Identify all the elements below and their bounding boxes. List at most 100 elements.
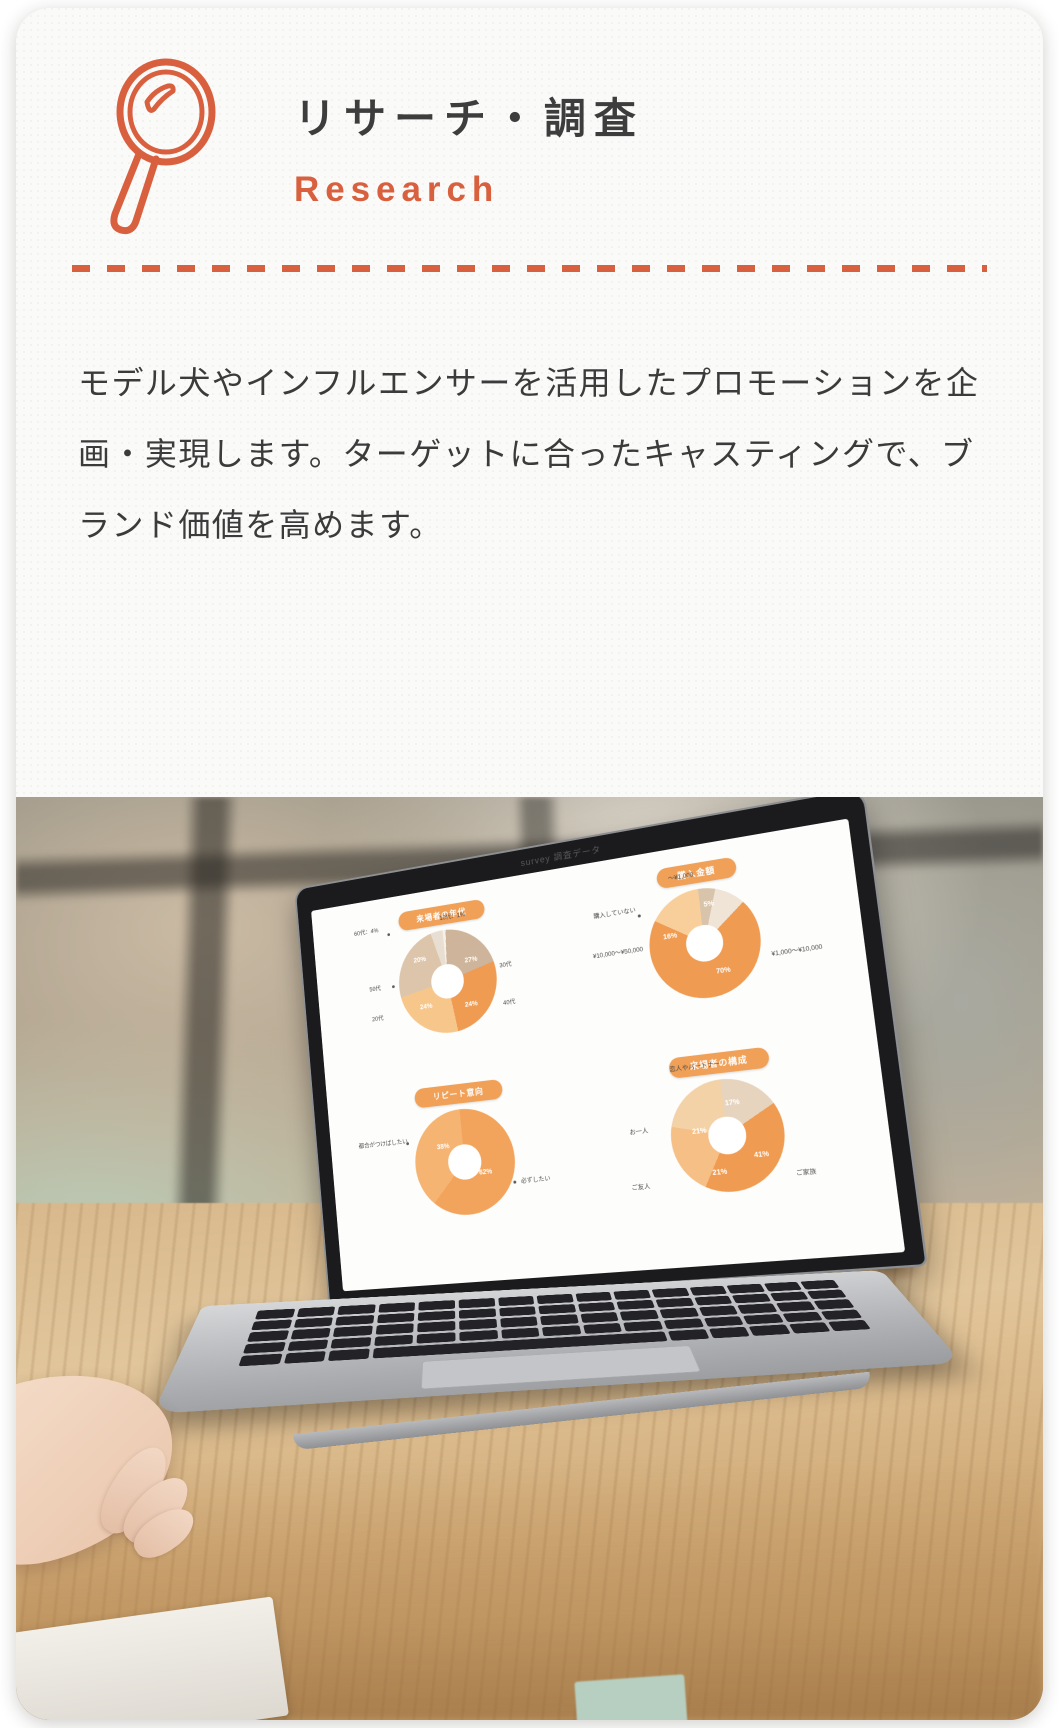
- slice-pct: 38%: [436, 1142, 450, 1152]
- outer-label: ご友人: [631, 1183, 651, 1193]
- donut-chart: 17% 21% 21% 41% 恋人やパートナー お一人 ご友人 ご家族: [629, 1061, 817, 1197]
- key: [497, 1295, 535, 1307]
- dashed-divider: [72, 265, 987, 272]
- chart-visitor-composition: 来場者の構成 17% 21% 21% 41% 恋人やパートナー お一人 ご友人: [585, 1036, 884, 1255]
- key: [693, 1295, 733, 1306]
- laptop-screen: 来場者の年代 20% 27% 24% 24% 60代：4% 10代：1% 50代: [311, 818, 906, 1292]
- key: [458, 1308, 496, 1319]
- key: [737, 1303, 778, 1314]
- key: [335, 1314, 375, 1326]
- key: [418, 1300, 456, 1311]
- slice-pct: 41%: [753, 1150, 770, 1160]
- key: [580, 1312, 619, 1323]
- key: [254, 1308, 295, 1320]
- key: [788, 1322, 831, 1334]
- key: [376, 1312, 415, 1324]
- slice-pct: 62%: [478, 1168, 493, 1177]
- key: [577, 1301, 616, 1313]
- outer-label: 30代: [499, 961, 512, 970]
- donut-ring: [410, 1103, 521, 1219]
- key: [620, 1309, 660, 1321]
- outer-label: 必ずしたい: [520, 1174, 551, 1185]
- donut-chart: 5% 70% 16% 〜¥1,000 購入していない ¥10,000〜¥50,0…: [593, 872, 823, 1005]
- outer-label: ご家族: [795, 1168, 817, 1178]
- key: [378, 1302, 416, 1313]
- key: [698, 1305, 739, 1317]
- key: [613, 1289, 651, 1300]
- key: [616, 1299, 655, 1310]
- outer-label: ¥1,000〜¥10,000: [771, 943, 823, 959]
- card-header: リサーチ・調査 Research: [16, 8, 1043, 280]
- key: [418, 1310, 456, 1322]
- green-note: [574, 1674, 688, 1720]
- key: [651, 1287, 690, 1298]
- key: [374, 1334, 414, 1347]
- key: [800, 1279, 840, 1290]
- key: [500, 1327, 540, 1339]
- key: [296, 1306, 336, 1318]
- leader-dot: [391, 984, 395, 988]
- donut-ring: [643, 879, 768, 1005]
- donut-ring: [665, 1072, 792, 1197]
- chart-visitor-age: 来場者の年代 20% 27% 24% 24% 60代：4% 10代：1% 50代: [326, 885, 581, 1094]
- outer-label: 50代: [369, 984, 382, 994]
- leader-dot: [637, 914, 641, 918]
- key: [283, 1351, 326, 1364]
- key: [782, 1311, 824, 1323]
- description-paragraph: モデル犬やインフルエンサーを活用したプロモーションを企画・実現します。ターゲット…: [78, 365, 980, 544]
- key: [538, 1303, 577, 1315]
- outer-label: 20代: [371, 1015, 384, 1024]
- title-block: リサーチ・調査 Research: [294, 52, 644, 207]
- donut-ring: [394, 922, 502, 1039]
- laptop-lid: survey 調査データ 来場者の年代 20% 27% 24% 24% 60代：…: [294, 797, 928, 1306]
- key: [459, 1318, 497, 1330]
- key: [459, 1329, 498, 1342]
- outer-label: 都合がつけばしたい: [358, 1138, 409, 1151]
- hand: [16, 1324, 286, 1624]
- laptop: survey 調査データ 来場者の年代 20% 27% 24% 24% 60代：…: [152, 797, 963, 1455]
- page-title-ja: リサーチ・調査: [294, 95, 644, 142]
- key: [775, 1301, 817, 1312]
- slice-pct: 21%: [691, 1126, 707, 1136]
- key: [575, 1291, 613, 1302]
- key: [417, 1321, 456, 1333]
- key: [689, 1285, 728, 1296]
- research-service-card: リサーチ・調査 Research モデル犬やインフルエンサーを活用したプロモーシ…: [16, 8, 1043, 1720]
- survey-slide: 来場者の年代 20% 27% 24% 24% 60代：4% 10代：1% 50代: [311, 819, 905, 1292]
- key: [828, 1320, 871, 1332]
- key: [330, 1336, 372, 1349]
- leader-dot: [513, 1180, 517, 1184]
- key: [731, 1293, 771, 1304]
- key: [286, 1339, 329, 1352]
- key: [659, 1307, 699, 1319]
- laptop-photo: survey 調査データ 来場者の年代 20% 27% 24% 24% 60代：…: [16, 797, 1043, 1720]
- leader-dot: [406, 1142, 410, 1146]
- key: [821, 1309, 863, 1321]
- key: [540, 1314, 579, 1326]
- key: [582, 1322, 623, 1335]
- key: [769, 1291, 809, 1302]
- key: [542, 1325, 582, 1337]
- chart-repeat-intent: リピート意向 38% 62% 都合がつけばしたい 必ずしたい: [341, 1069, 601, 1273]
- key: [655, 1297, 694, 1308]
- key: [375, 1323, 415, 1335]
- chart-purchase-amount: 購入金額 5% 70% 16% 〜¥1,000 購入していない ¥10,000〜…: [565, 840, 858, 1065]
- donut-chart: 20% 27% 24% 24% 60代：4% 10代：1% 50代 20代 30…: [354, 911, 516, 1039]
- leader-dot: [387, 933, 391, 937]
- key: [328, 1348, 370, 1362]
- key: [807, 1289, 847, 1300]
- key: [663, 1318, 704, 1330]
- key: [416, 1332, 456, 1344]
- key: [498, 1306, 537, 1317]
- key: [337, 1304, 376, 1315]
- key: [536, 1293, 574, 1304]
- key: [742, 1313, 784, 1325]
- key: [726, 1283, 765, 1294]
- slice-pct: 21%: [712, 1167, 728, 1177]
- slice-pct: 17%: [724, 1098, 741, 1108]
- key: [458, 1297, 495, 1309]
- key: [333, 1325, 373, 1338]
- outer-label: ¥10,000〜¥50,000: [592, 945, 644, 960]
- header-row: リサーチ・調査 Research: [68, 52, 991, 236]
- outer-label: 60代：4%: [353, 927, 379, 938]
